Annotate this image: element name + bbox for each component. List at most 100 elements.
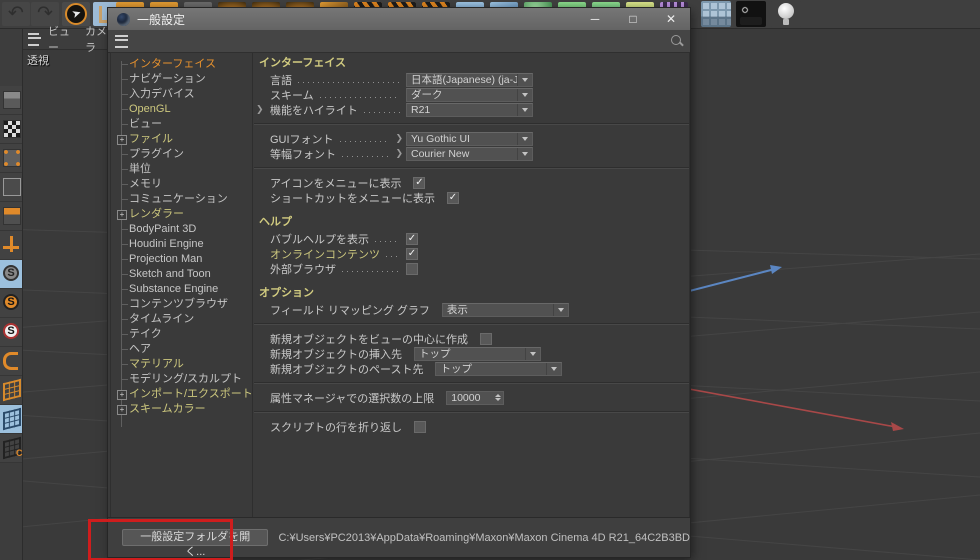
tree-tick bbox=[121, 289, 128, 290]
polygons-mode-icon[interactable] bbox=[0, 202, 22, 231]
checkbox[interactable] bbox=[406, 262, 418, 275]
dropdown[interactable]: ダーク bbox=[406, 87, 533, 102]
tree-tick bbox=[121, 184, 128, 185]
magnet-snap-icon[interactable] bbox=[0, 347, 22, 376]
workplane-orange-icon[interactable] bbox=[0, 376, 22, 405]
chevron-down-icon[interactable] bbox=[546, 362, 561, 375]
sidebar-item[interactable]: Substance Engine bbox=[111, 282, 252, 297]
axis-mode-icon[interactable] bbox=[0, 231, 22, 260]
sidebar-item[interactable]: BodyPaint 3D bbox=[111, 222, 252, 237]
edges-mode-icon[interactable] bbox=[0, 173, 22, 202]
dialog-titlebar[interactable]: 一般設定 ─ □ ✕ bbox=[108, 8, 690, 30]
control-slot: ✓ bbox=[406, 232, 533, 245]
checkerboard-icon[interactable] bbox=[0, 115, 22, 144]
dropdown[interactable]: Yu Gothic UI bbox=[406, 131, 533, 146]
maximize-button[interactable]: □ bbox=[614, 8, 652, 30]
settings-group: 属性マネージャでの選択数の上限 10000 bbox=[254, 389, 689, 406]
sidebar-item[interactable]: OpenGL bbox=[111, 102, 252, 117]
chevron-down-icon[interactable] bbox=[517, 73, 532, 86]
sidebar-item[interactable]: + ファイル bbox=[111, 132, 252, 147]
sidebar-item[interactable]: + インポート/エクスポート bbox=[111, 387, 253, 402]
sidebar-item[interactable]: ビュー bbox=[111, 117, 252, 132]
expand-plus-icon[interactable]: + bbox=[117, 210, 127, 220]
model-cube-icon[interactable] bbox=[0, 86, 22, 115]
chevron-down-icon[interactable] bbox=[525, 347, 540, 360]
sidebar-item[interactable]: コンテンツブラウザ bbox=[111, 297, 252, 312]
expand-plus-icon[interactable]: + bbox=[117, 390, 127, 400]
checkbox[interactable]: ✓ bbox=[406, 232, 418, 245]
bulb-glass-icon bbox=[778, 3, 794, 19]
setting-label: スキーム bbox=[270, 89, 314, 102]
number-input[interactable]: 10000 bbox=[446, 390, 505, 405]
dropdown[interactable]: Courier New bbox=[406, 146, 533, 161]
chevron-down-icon[interactable] bbox=[517, 132, 532, 145]
checkbox[interactable] bbox=[480, 332, 492, 345]
dropdown-value: 日本語(Japanese) (ja-JP) bbox=[411, 74, 517, 86]
sidebar-item[interactable]: コミュニケーション bbox=[111, 192, 252, 207]
dropdown[interactable]: トップ bbox=[435, 361, 563, 376]
expand-plus-icon[interactable]: + bbox=[117, 405, 127, 415]
sidebar-item[interactable]: マテリアル bbox=[111, 357, 252, 372]
tree-tick bbox=[121, 349, 128, 350]
setting-label: 等幅フォント bbox=[270, 148, 336, 161]
points-mode-icon[interactable] bbox=[0, 144, 22, 173]
floor-grid-icon[interactable] bbox=[701, 1, 731, 27]
expand-arrow-icon[interactable]: ❯ bbox=[256, 104, 264, 115]
sidebar-item-label: レンダラー bbox=[129, 208, 184, 220]
workplane-dark-icon[interactable] bbox=[0, 434, 22, 463]
chevron-down-icon[interactable] bbox=[517, 88, 532, 101]
sidebar-item[interactable]: メモリ bbox=[111, 177, 252, 192]
chevron-down-icon[interactable] bbox=[517, 147, 532, 160]
sidebar-item[interactable]: 単位 bbox=[111, 162, 252, 177]
dialog-menu-icon[interactable] bbox=[115, 34, 128, 48]
settings-row: アイコンをメニューに表示 ✓ bbox=[254, 175, 689, 190]
search-icon[interactable] bbox=[670, 34, 684, 47]
undo-icon[interactable]: ↶ bbox=[2, 2, 30, 26]
s-badge-orange-icon[interactable]: S bbox=[0, 289, 22, 318]
sidebar-item[interactable]: インターフェイス bbox=[111, 57, 252, 72]
dropdown[interactable]: トップ bbox=[414, 346, 541, 361]
sidebar-item-label: プラグイン bbox=[129, 148, 184, 160]
sidebar-item-label: スキームカラー bbox=[129, 403, 206, 415]
sidebar-item[interactable]: Sketch and Toon bbox=[111, 267, 252, 282]
checkbox[interactable]: ✓ bbox=[406, 247, 418, 260]
sidebar-item[interactable]: Houdini Engine bbox=[111, 237, 252, 252]
chevron-down-icon[interactable] bbox=[517, 103, 532, 116]
close-button[interactable]: ✕ bbox=[652, 8, 690, 30]
link-arrow-icon[interactable]: ❯ bbox=[395, 133, 403, 144]
link-arrow-icon[interactable]: ❯ bbox=[395, 148, 403, 159]
s-badge-gray-icon[interactable]: S bbox=[0, 260, 22, 289]
sidebar-item[interactable]: タイムライン bbox=[111, 312, 252, 327]
s-badge-white-icon[interactable]: S bbox=[0, 318, 22, 347]
dropdown[interactable]: 日本語(Japanese) (ja-JP) bbox=[406, 72, 533, 87]
workplane-blue-icon[interactable] bbox=[0, 405, 22, 434]
sidebar-item[interactable]: + レンダラー bbox=[111, 207, 252, 222]
sidebar-item[interactable]: プラグイン bbox=[111, 147, 252, 162]
expand-plus-icon[interactable]: + bbox=[117, 135, 127, 145]
checkbox[interactable]: ✓ bbox=[413, 176, 426, 189]
sidebar-item[interactable]: 入力デバイス bbox=[111, 87, 252, 102]
dotted-leader bbox=[342, 154, 390, 157]
dropdown[interactable]: R21 bbox=[406, 102, 533, 117]
workplane-orange-icon bbox=[3, 378, 21, 402]
sidebar-item-label: メモリ bbox=[129, 178, 162, 190]
light-bulb-icon[interactable] bbox=[771, 1, 801, 27]
sidebar-item[interactable]: + スキームカラー bbox=[111, 402, 252, 417]
spinner-icon[interactable] bbox=[493, 394, 503, 401]
sidebar-item[interactable]: Projection Man bbox=[111, 252, 252, 267]
sidebar-item[interactable]: ナビゲーション bbox=[111, 72, 252, 87]
s-badge-white-icon: S bbox=[3, 323, 19, 339]
chevron-down-icon[interactable] bbox=[552, 303, 568, 316]
viewport-menu-icon[interactable] bbox=[28, 32, 42, 46]
minimize-button[interactable]: ─ bbox=[576, 8, 614, 30]
sidebar-item[interactable]: モデリング/スカルプト bbox=[111, 372, 252, 387]
settings-row: スキーム ダーク bbox=[254, 87, 689, 102]
group-separator bbox=[254, 411, 689, 413]
dropdown[interactable]: 表示 bbox=[441, 302, 569, 317]
sidebar-item[interactable]: テイク bbox=[111, 327, 252, 342]
camera-icon[interactable] bbox=[736, 1, 766, 27]
sidebar-item[interactable]: ヘア bbox=[111, 342, 252, 357]
checkbox[interactable]: ✓ bbox=[447, 191, 459, 204]
viewport-menu-view[interactable]: ビュー bbox=[48, 23, 76, 55]
checkbox[interactable] bbox=[414, 420, 426, 433]
